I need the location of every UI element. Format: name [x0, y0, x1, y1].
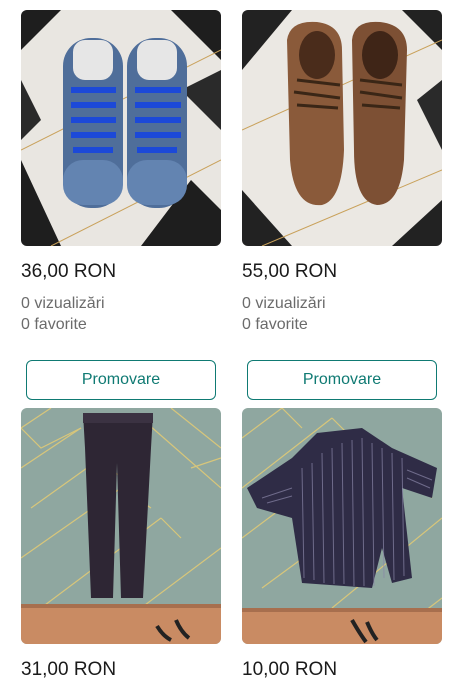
listing-stats: 0 vizualizări 0 favorite [21, 293, 221, 335]
listing-card[interactable]: 10,00 RON [242, 408, 442, 682]
listing-price: 31,00 RON [21, 659, 117, 680]
listing-photo-dress-shoes[interactable] [242, 10, 442, 246]
views-count: 0 vizualizări [242, 295, 326, 312]
listing-photo-trousers[interactable] [21, 408, 221, 644]
listing-price: 10,00 RON [242, 659, 338, 680]
listing-card[interactable]: 36,00 RON 0 vizualizări 0 favorite Promo… [21, 10, 221, 400]
listing-stats: 0 vizualizări 0 favorite [242, 293, 442, 335]
promote-button[interactable]: Promovare [26, 360, 216, 400]
listing-photo-shirt[interactable] [242, 408, 442, 644]
promote-button[interactable]: Promovare [247, 360, 437, 400]
listing-card[interactable]: 31,00 RON [21, 408, 221, 682]
favorites-count: 0 favorite [21, 316, 87, 333]
listing-price: 55,00 RON [242, 261, 338, 282]
listing-price: 36,00 RON [21, 261, 117, 282]
listing-card[interactable]: 55,00 RON 0 vizualizări 0 favorite Promo… [242, 10, 442, 400]
views-count: 0 vizualizări [21, 295, 105, 312]
listings-grid: 36,00 RON 0 vizualizări 0 favorite Promo… [0, 0, 463, 700]
listing-photo-sneakers[interactable] [21, 10, 221, 246]
favorites-count: 0 favorite [242, 316, 308, 333]
